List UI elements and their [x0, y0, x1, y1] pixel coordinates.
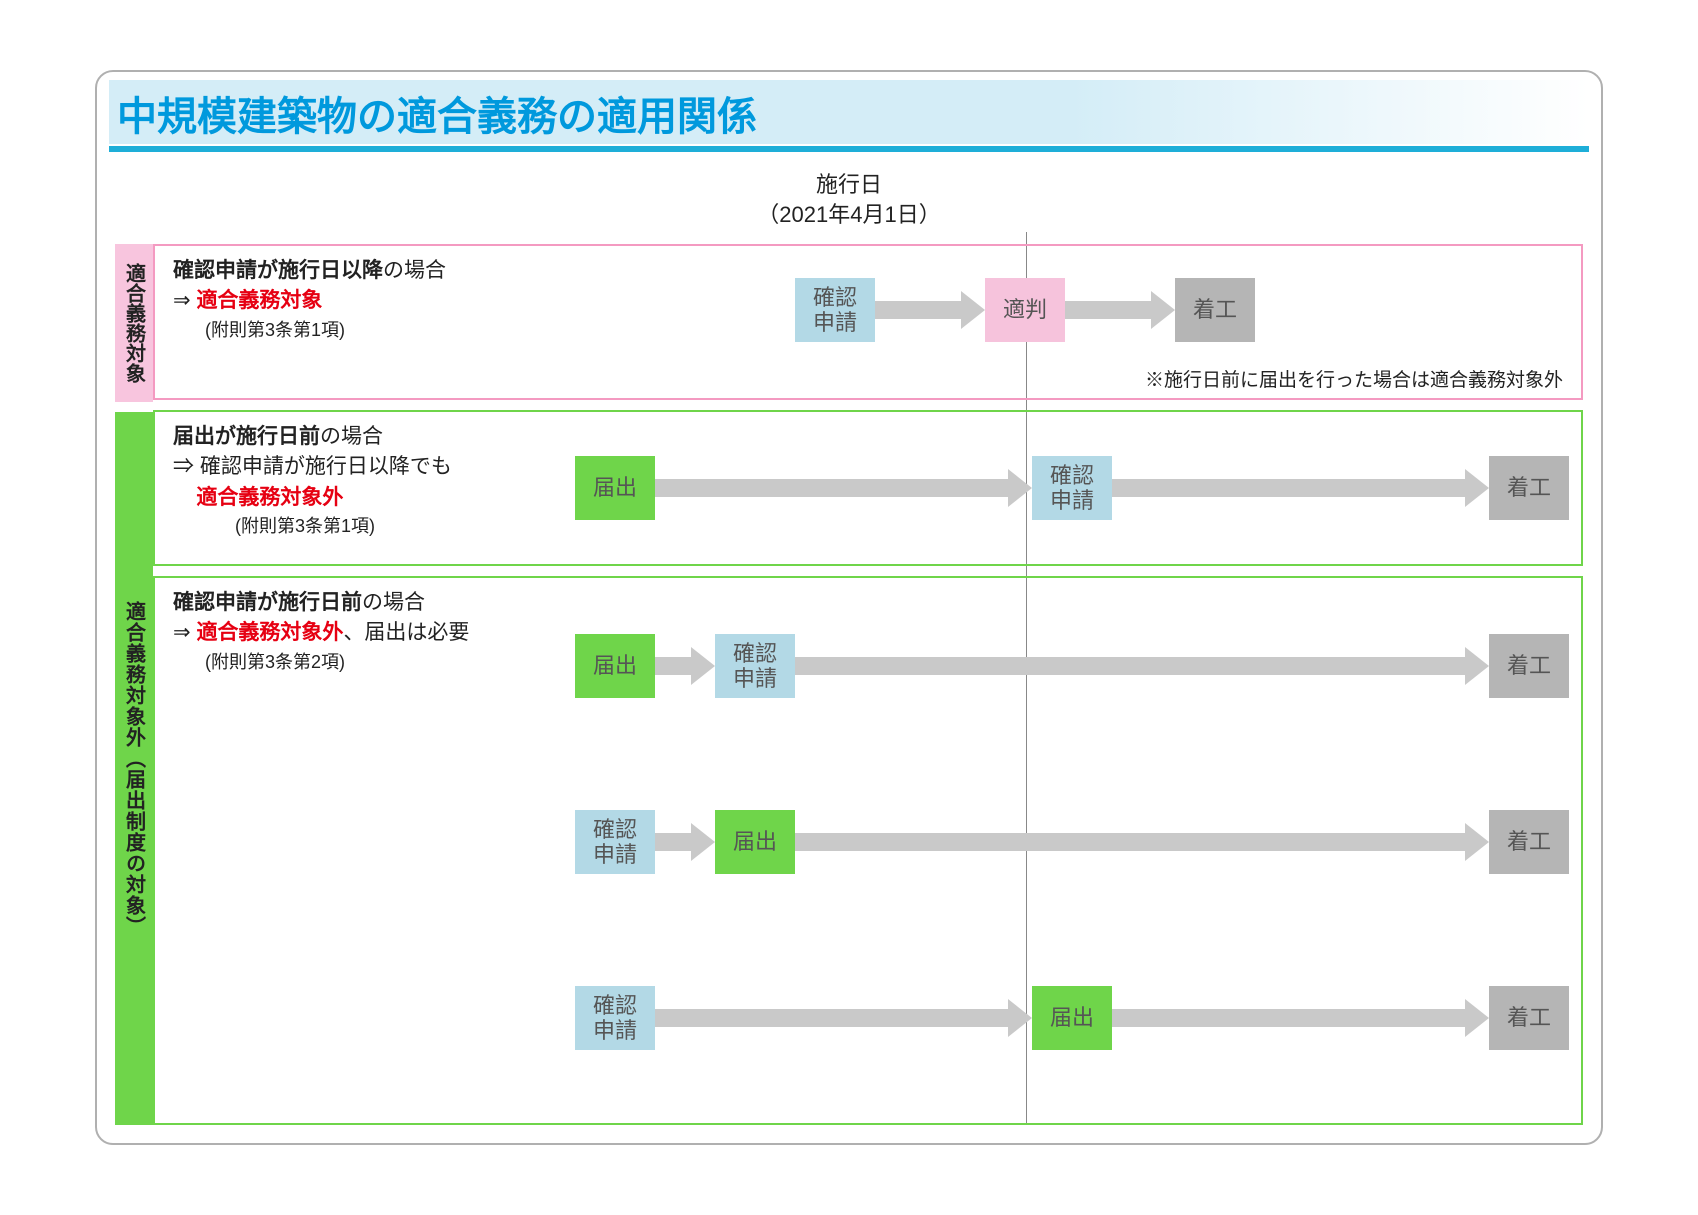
flow-box: 届出: [715, 810, 795, 874]
title-bar: 中規模建築物の適合義務の適用関係: [109, 80, 1589, 152]
case-row-2: 届出が施行日前の場合 ⇒ 確認申請が施行日以降でも 適合義務対象外 (附則第3条…: [155, 412, 1581, 564]
case-5-flow: 確認 申請 届出 着工: [575, 982, 1569, 1054]
flow-box: 確認 申請: [1032, 456, 1112, 520]
arrow-icon: [1065, 301, 1175, 319]
case-group-2: 届出が施行日前の場合 ⇒ 確認申請が施行日以降でも 適合義務対象外 (附則第3条…: [153, 410, 1583, 566]
flow-box: 着工: [1175, 278, 1255, 342]
title-underline: [109, 146, 1589, 152]
case-1-text: 確認申請が施行日以降の場合 ⇒ 適合義務対象 (附則第3条第1項): [173, 256, 446, 343]
case-group-1: 確認申請が施行日以降の場合 ⇒ 適合義務対象 (附則第3条第1項) 確認 申請 適…: [153, 244, 1583, 400]
case-group-3: 確認申請が施行日前の場合 ⇒ 適合義務対象外、届出は必要 (附則第3条第2項) …: [153, 576, 1583, 1125]
arrow-icon: [655, 833, 715, 851]
flow-box: 着工: [1489, 810, 1569, 874]
case-3-flow: 届出確認 申請 着工: [575, 630, 1569, 702]
flow-box: 届出: [575, 456, 655, 520]
arrow-icon: [795, 833, 1489, 851]
arrow-icon: [795, 657, 1489, 675]
flow-box: 着工: [1489, 986, 1569, 1050]
flow-box: 着工: [1489, 456, 1569, 520]
flow-box: 確認 申請: [795, 278, 875, 342]
arrow-icon: [1112, 479, 1489, 497]
case-row-3: 確認申請が施行日前の場合 ⇒ 適合義務対象外、届出は必要 (附則第3条第2項) …: [155, 578, 1581, 754]
flow-box: 確認 申請: [715, 634, 795, 698]
page-title: 中規模建築物の適合義務の適用関係: [109, 80, 1589, 144]
case-1-flow: 確認 申請 適判 着工: [795, 274, 1569, 346]
arrow-icon: [655, 1009, 1032, 1027]
case-3-text: 確認申請が施行日前の場合 ⇒ 適合義務対象外、届出は必要 (附則第3条第2項): [173, 588, 469, 675]
side-label-exempt: 適合義務対象外（届出制度の対象）: [115, 412, 153, 1125]
case-4-flow: 確認 申請届出 着工: [575, 806, 1569, 878]
side-label-target: 適合義務対象: [115, 244, 153, 402]
case-row-4: 確認 申請届出 着工: [155, 754, 1581, 930]
arrow-icon: [655, 479, 1032, 497]
diagram-frame: 中規模建築物の適合義務の適用関係 施行日 （2021年4月1日） 適合義務対象 …: [95, 70, 1603, 1145]
flow-box: 届出: [1032, 986, 1112, 1050]
arrow-icon: [655, 657, 715, 675]
arrow-icon: [875, 301, 985, 319]
case-1-note: ※施行日前に届出を行った場合は適合義務対象外: [1145, 365, 1563, 392]
effective-date-label: 施行日 （2021年4月1日）: [97, 170, 1601, 229]
flow-box: 着工: [1489, 634, 1569, 698]
case-2-text: 届出が施行日前の場合 ⇒ 確認申請が施行日以降でも 適合義務対象外 (附則第3条…: [173, 422, 452, 539]
side-labels: 適合義務対象 適合義務対象外（届出制度の対象）: [97, 244, 153, 1143]
flow-box: 確認 申請: [575, 986, 655, 1050]
rows-column: 確認申請が施行日以降の場合 ⇒ 適合義務対象 (附則第3条第1項) 確認 申請 適…: [153, 244, 1601, 1143]
case-row-1: 確認申請が施行日以降の場合 ⇒ 適合義務対象 (附則第3条第1項) 確認 申請 適…: [155, 246, 1581, 398]
flow-box: 確認 申請: [575, 810, 655, 874]
body-area: 適合義務対象 適合義務対象外（届出制度の対象） 確認申請が施行日以降の場合 ⇒ …: [97, 244, 1601, 1143]
flow-box: 適判: [985, 278, 1065, 342]
case-row-5: 確認 申請 届出 着工: [155, 930, 1581, 1106]
arrow-icon: [1112, 1009, 1489, 1027]
case-2-flow: 届出 確認 申請 着工: [575, 452, 1569, 524]
flow-box: 届出: [575, 634, 655, 698]
